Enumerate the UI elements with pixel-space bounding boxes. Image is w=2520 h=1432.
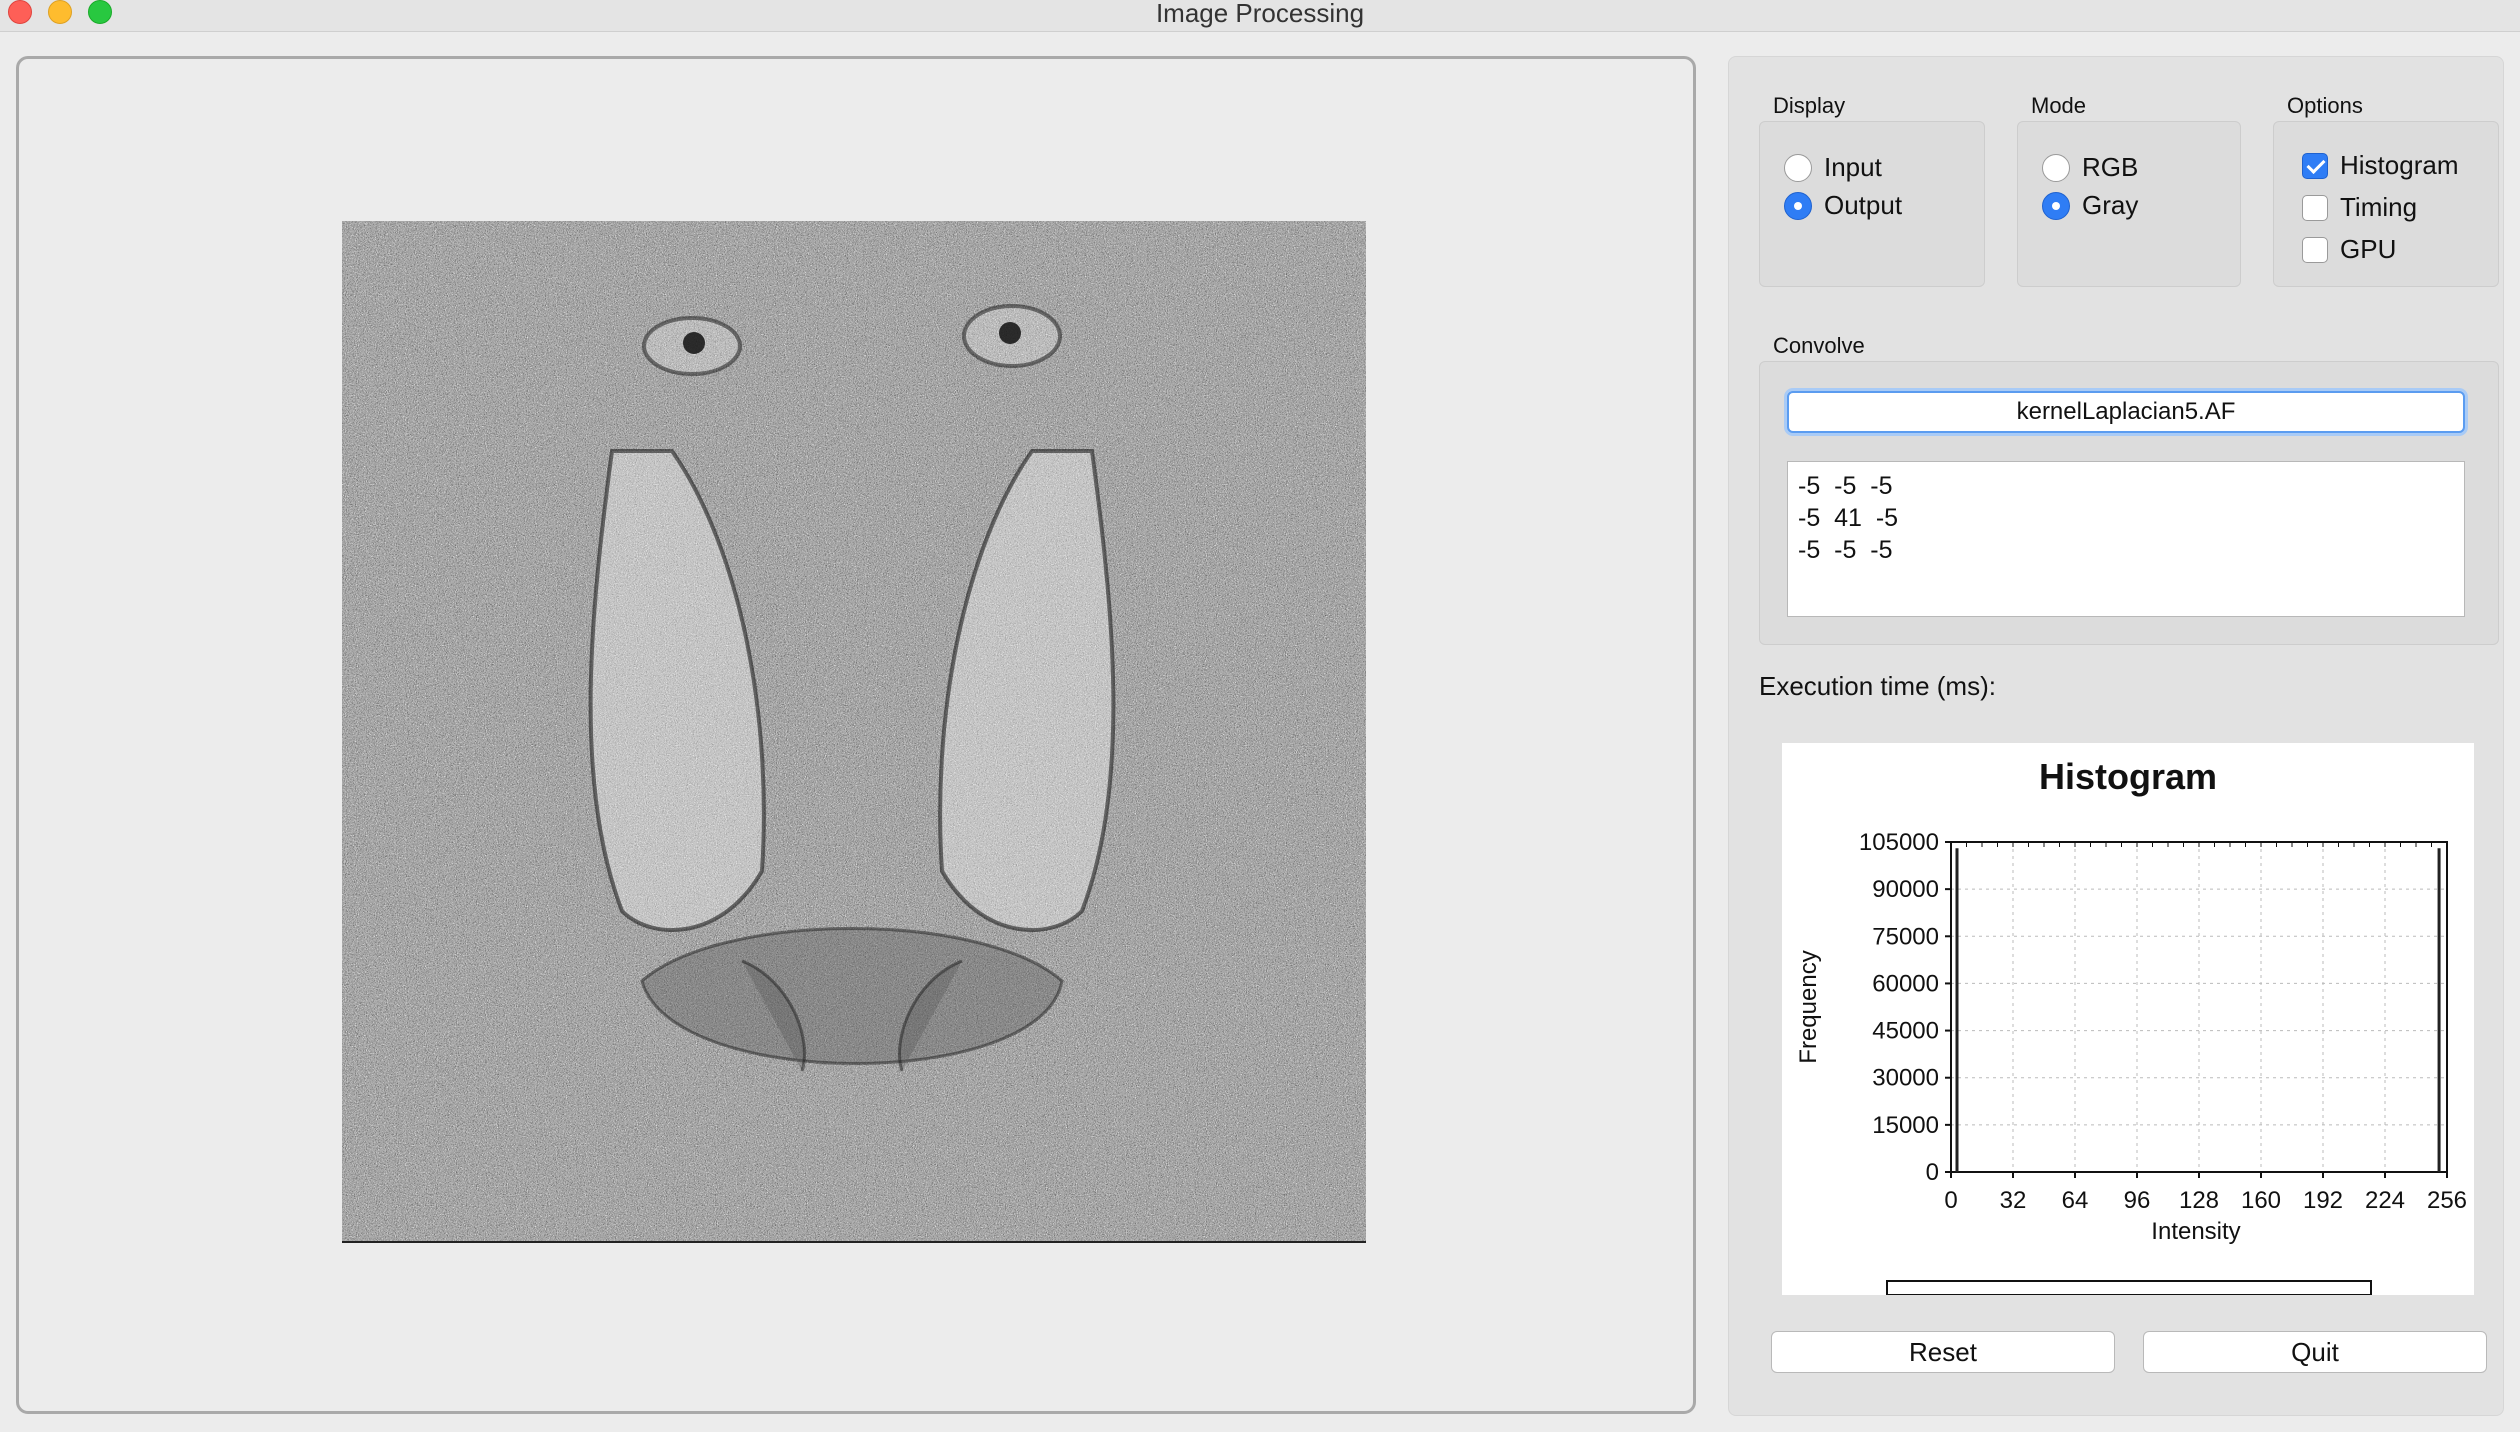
y-tick-label: 105000 xyxy=(1859,829,1939,856)
radio-label: Output xyxy=(1824,190,1903,220)
mode-group: RGB Gray xyxy=(2017,121,2241,287)
x-tick-label: 160 xyxy=(2241,1187,2281,1214)
histogram-checkbox[interactable]: Histogram xyxy=(2302,150,2458,181)
x-tick-label: 192 xyxy=(2303,1187,2343,1214)
histogram-y-label: Frequency xyxy=(1795,950,1822,1063)
radio-icon xyxy=(1784,153,1812,182)
checkbox-icon xyxy=(2302,194,2328,221)
histogram-scroll-area xyxy=(1886,1280,2372,1295)
display-input-radio[interactable]: Input xyxy=(1784,152,1882,183)
mode-gray-radio[interactable]: Gray xyxy=(2042,190,2138,221)
control-panel: Display Input Output Mode RGB Gray Optio… xyxy=(1728,56,2504,1416)
x-tick-label: 64 xyxy=(2062,1187,2089,1214)
radio-label: RGB xyxy=(2082,152,2139,182)
convolve-group-title: Convolve xyxy=(1773,333,1865,358)
checkbox-label: Histogram xyxy=(2340,150,2459,180)
display-group-title: Display xyxy=(1773,93,1846,118)
kernel-file-field[interactable]: kernelLaplacian5.AF xyxy=(1787,391,2465,433)
processed-image-graphic xyxy=(342,221,1366,1241)
title-bar: Image Processing xyxy=(0,0,2520,32)
y-tick-label: 15000 xyxy=(1872,1112,1939,1139)
y-tick-label: 30000 xyxy=(1872,1065,1939,1092)
y-tick-label: 90000 xyxy=(1872,876,1939,903)
x-tick-label: 224 xyxy=(2365,1187,2405,1214)
histogram-grid xyxy=(1950,841,2448,1173)
kernel-matrix-textarea[interactable]: -5 -5 -5 -5 41 -5 -5 -5 -5 xyxy=(1787,461,2465,617)
mode-group-title: Mode xyxy=(2031,93,2087,118)
radio-selected-icon xyxy=(2042,191,2070,220)
image-view-frame xyxy=(16,56,1696,1414)
gpu-checkbox[interactable]: GPU xyxy=(2302,234,2396,265)
display-output-radio[interactable]: Output xyxy=(1784,190,1902,221)
y-tick-label: 60000 xyxy=(1872,970,1939,997)
histogram-x-label: Intensity xyxy=(2151,1218,2240,1245)
kernel-row: -5 -5 -5 xyxy=(1798,536,1893,564)
options-group-title: Options xyxy=(2287,93,2363,118)
display-group: Input Output xyxy=(1759,121,1985,287)
radio-label: Gray xyxy=(2082,190,2139,220)
kernel-row: -5 41 -5 xyxy=(1798,504,1899,532)
timing-checkbox[interactable]: Timing xyxy=(2302,192,2417,223)
radio-selected-icon xyxy=(1784,191,1812,220)
reset-button[interactable]: Reset xyxy=(1771,1331,2115,1373)
histogram-panel: Histogram 0 15000 30000 45000 60000 75000 9000… xyxy=(1782,743,2474,1295)
y-tick-label: 0 xyxy=(1926,1159,1939,1186)
histogram-x-ticks: 0 32 64 96 128 160 192 224 256 xyxy=(1944,842,2467,1214)
histogram-chart: Histogram 0 15000 30000 45000 60000 75000 9000… xyxy=(1795,756,2467,1295)
window-title: Image Processing xyxy=(1155,0,1365,28)
options-group: Histogram Timing GPU xyxy=(2273,121,2499,287)
mode-rgb-radio[interactable]: RGB xyxy=(2042,152,2138,183)
execution-time-label: Execution time (ms): xyxy=(1759,671,1996,701)
x-tick-label: 256 xyxy=(2427,1187,2467,1214)
x-tick-label: 96 xyxy=(2124,1187,2151,1214)
x-tick-label: 0 xyxy=(1944,1187,1957,1214)
kernel-row: -5 -5 -5 xyxy=(1798,472,1893,500)
radio-icon xyxy=(2042,153,2070,182)
checkbox-icon xyxy=(2302,236,2328,263)
checkbox-checked-icon xyxy=(2302,152,2328,179)
quit-button[interactable]: Quit xyxy=(2143,1331,2487,1373)
histogram-bars xyxy=(1955,848,2441,1172)
x-tick-label: 128 xyxy=(2179,1187,2219,1214)
checkbox-label: GPU xyxy=(2340,234,2397,264)
x-tick-label: 32 xyxy=(2000,1187,2027,1214)
y-tick-label: 75000 xyxy=(1872,923,1939,950)
processed-image xyxy=(342,221,1366,1243)
histogram-title: Histogram xyxy=(2039,756,2217,797)
radio-label: Input xyxy=(1824,152,1882,182)
y-tick-label: 45000 xyxy=(1872,1018,1939,1045)
histogram-y-ticks: 0 15000 30000 45000 60000 75000 90000 105000 xyxy=(1859,829,1951,1186)
checkbox-label: Timing xyxy=(2340,192,2418,222)
